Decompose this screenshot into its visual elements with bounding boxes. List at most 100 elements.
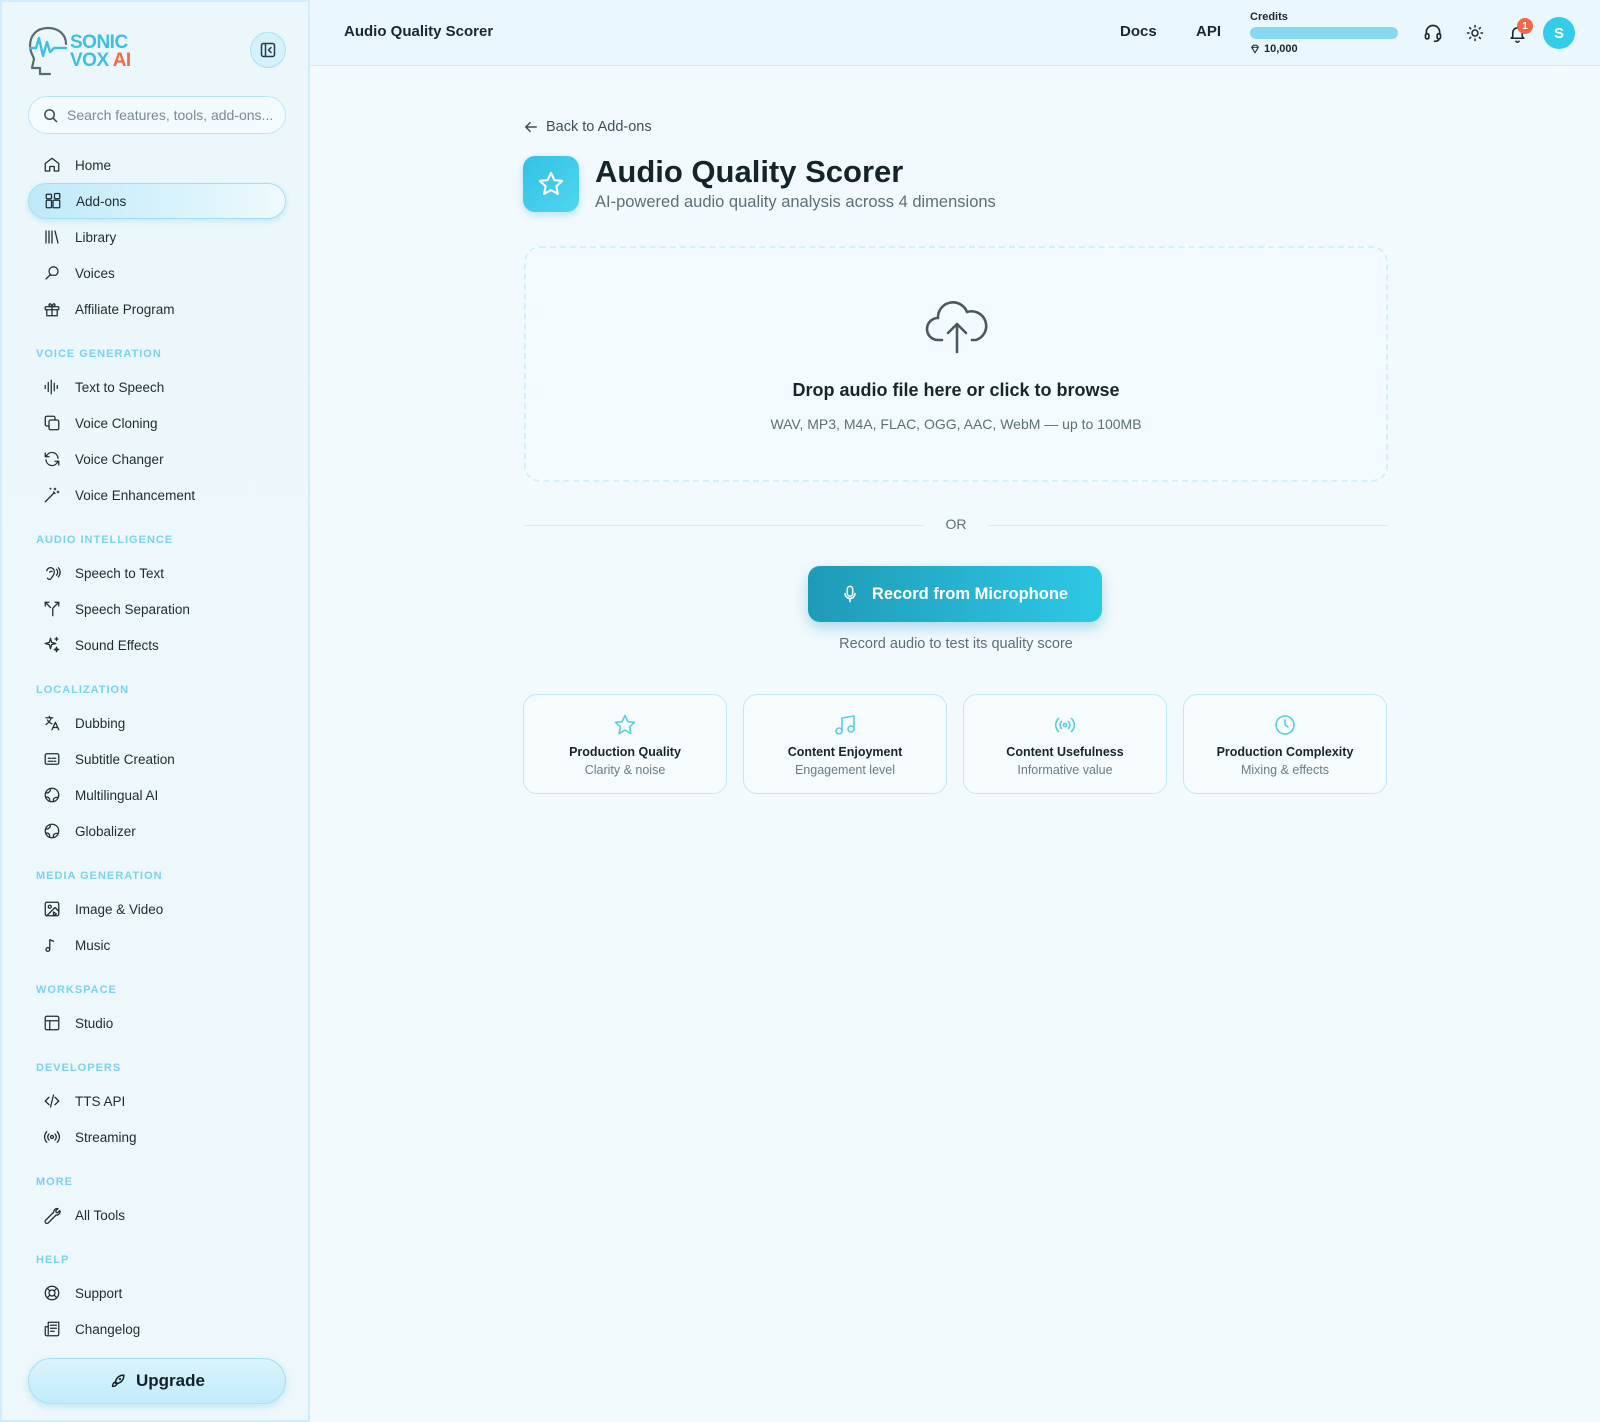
api-link[interactable]: API bbox=[1196, 23, 1221, 40]
voices-icon bbox=[43, 264, 61, 282]
or-divider: OR bbox=[524, 515, 1388, 535]
search-icon bbox=[44, 108, 58, 122]
record-from-microphone-button[interactable]: Record from Microphone bbox=[808, 566, 1102, 622]
sidebar-item-label: Changelog bbox=[75, 1321, 141, 1337]
sidebar-item-affiliate-program[interactable]: Affiliate Program bbox=[28, 291, 286, 327]
notification-badge: 1 bbox=[1517, 18, 1533, 34]
sidebar-item-label: Voice Cloning bbox=[75, 415, 158, 431]
sidebar-item-multilingual-ai[interactable]: Multilingual AI bbox=[28, 777, 286, 813]
dimension-card: Content Usefulness Informative value bbox=[963, 694, 1167, 794]
sidebar-item-voice-cloning[interactable]: Voice Cloning bbox=[28, 405, 286, 441]
dimension-card: Content Enjoyment Engagement level bbox=[743, 694, 947, 794]
dropzone-title: Drop audio file here or click to browse bbox=[792, 380, 1120, 400]
collapse-sidebar-button[interactable] bbox=[250, 32, 286, 68]
sidebar-item-label: TTS API bbox=[75, 1093, 126, 1109]
code-icon bbox=[43, 1092, 61, 1110]
page-title: Audio Quality Scorer bbox=[344, 23, 494, 40]
radio-icon bbox=[43, 1128, 61, 1146]
dimension-card: Production Quality Clarity & noise bbox=[523, 694, 727, 794]
waveform-icon bbox=[43, 378, 61, 396]
sidebar-item-streaming[interactable]: Streaming bbox=[28, 1119, 286, 1155]
sidebar-item-speech-to-text[interactable]: Speech to Text bbox=[28, 555, 286, 591]
sidebar-item-label: Sound Effects bbox=[75, 637, 159, 653]
upgrade-label: Upgrade bbox=[136, 1371, 205, 1390]
sidebar-item-subtitle-creation[interactable]: Subtitle Creation bbox=[28, 741, 286, 777]
sidebar-item-dubbing[interactable]: Dubbing bbox=[28, 705, 286, 741]
sidebar-item-voice-changer[interactable]: Voice Changer bbox=[28, 441, 286, 477]
dimension-subtitle: Engagement level bbox=[794, 763, 896, 777]
sidebar-item-label: Speech Separation bbox=[75, 601, 190, 617]
sidebar-item-voice-enhancement[interactable]: Voice Enhancement bbox=[28, 477, 286, 513]
back-to-addons-link[interactable]: Back to Add-ons bbox=[524, 119, 652, 135]
sidebar-item-label: Music bbox=[75, 937, 111, 953]
sidebar-item-text-to-speech[interactable]: Text to Speech bbox=[28, 369, 286, 405]
main-title: Audio Quality Scorer bbox=[595, 154, 904, 189]
main-subtitle: AI-powered audio quality analysis across… bbox=[595, 193, 996, 211]
sidebar-section-title: LOCALIZATION bbox=[36, 684, 130, 696]
dimension-title: Production Complexity bbox=[1216, 745, 1354, 759]
clock-icon bbox=[1273, 713, 1297, 737]
sidebar-item-label: Affiliate Program bbox=[75, 301, 175, 317]
globe-icon bbox=[43, 822, 61, 840]
music-note-icon bbox=[43, 936, 61, 954]
credits-meter[interactable]: Credits 10,000 bbox=[1250, 11, 1410, 55]
sidebar-item-globalizer[interactable]: Globalizer bbox=[28, 813, 286, 849]
sidebar-section-title: HELP bbox=[36, 1254, 70, 1266]
search-input[interactable] bbox=[67, 107, 277, 123]
sidebar-item-home[interactable]: Home bbox=[28, 147, 286, 183]
gift-icon bbox=[43, 300, 61, 318]
sidebar-item-support[interactable]: Support bbox=[28, 1275, 286, 1311]
dimension-cards: Production Quality Clarity & noise Content… bbox=[523, 694, 1389, 794]
sidebar-item-image-video[interactable]: Image & Video bbox=[28, 891, 286, 927]
dimension-card: Production Complexity Mixing & effects bbox=[1183, 694, 1387, 794]
sidebar-item-library[interactable]: Library bbox=[28, 219, 286, 255]
divider-line-right bbox=[988, 525, 1388, 526]
credits-bar-fill bbox=[1250, 27, 1398, 39]
sidebar-nav: Home Add-ons Library Voices Affiliate Progra… bbox=[28, 147, 286, 1347]
ear-icon bbox=[43, 564, 61, 582]
brand-logo[interactable]: SONIC VOX AI bbox=[26, 22, 136, 78]
microphone-icon bbox=[844, 585, 856, 603]
sidebar-item-label: All Tools bbox=[75, 1207, 126, 1223]
sidebar-item-music[interactable]: Music bbox=[28, 927, 286, 963]
broadcast-icon bbox=[1053, 713, 1077, 737]
sidebar-item-label: Voice Enhancement bbox=[75, 487, 196, 503]
gem-icon bbox=[1251, 44, 1259, 54]
dropzone-formats: WAV, MP3, M4A, FLAC, OGG, AAC, WebM — up… bbox=[770, 416, 1142, 432]
lifebuoy-icon bbox=[43, 1284, 61, 1302]
captions-icon bbox=[43, 750, 61, 768]
search-box[interactable] bbox=[28, 96, 286, 134]
sidebar-item-changelog[interactable]: Changelog bbox=[28, 1311, 286, 1347]
dimension-subtitle: Mixing & effects bbox=[1240, 763, 1329, 777]
docs-link[interactable]: Docs bbox=[1120, 23, 1157, 40]
sidebar-item-speech-separation[interactable]: Speech Separation bbox=[28, 591, 286, 627]
split-icon bbox=[43, 600, 61, 618]
brand-wordmark: SONIC VOX AI bbox=[70, 33, 132, 71]
sidebar-section-title: MORE bbox=[36, 1176, 73, 1188]
sidebar-item-sound-effects[interactable]: Sound Effects bbox=[28, 627, 286, 663]
sidebar-item-voices[interactable]: Voices bbox=[28, 255, 286, 291]
brand-line2: VOX bbox=[70, 50, 109, 71]
newspaper-icon bbox=[43, 1320, 61, 1338]
sidebar-item-studio[interactable]: Studio bbox=[28, 1005, 286, 1041]
sidebar-item-label: Studio bbox=[75, 1015, 114, 1031]
library-icon bbox=[43, 228, 61, 246]
sidebar-item-tts-api[interactable]: TTS API bbox=[28, 1083, 286, 1119]
audio-dropzone[interactable]: Drop audio file here or click to browse … bbox=[524, 246, 1388, 482]
brand-suffix: AI bbox=[112, 50, 132, 71]
theme-toggle-button[interactable] bbox=[1464, 22, 1486, 44]
upgrade-button[interactable]: Upgrade bbox=[28, 1358, 286, 1404]
credits-value: 10,000 bbox=[1264, 43, 1298, 55]
sidebar-item-add-ons[interactable]: Add-ons bbox=[28, 183, 286, 219]
support-headset-button[interactable] bbox=[1422, 22, 1444, 44]
sidebar-item-all-tools[interactable]: All Tools bbox=[28, 1197, 286, 1233]
add-ons-icon bbox=[44, 192, 62, 210]
image-icon bbox=[43, 900, 61, 918]
sidebar-item-label: Speech to Text bbox=[75, 565, 165, 581]
user-avatar[interactable]: S bbox=[1543, 17, 1575, 49]
translate-icon bbox=[43, 714, 61, 732]
music-icon bbox=[833, 713, 857, 737]
sidebar-collapse-icon bbox=[260, 42, 276, 58]
sidebar-item-label: Globalizer bbox=[75, 823, 136, 839]
sun-icon bbox=[1466, 24, 1484, 42]
